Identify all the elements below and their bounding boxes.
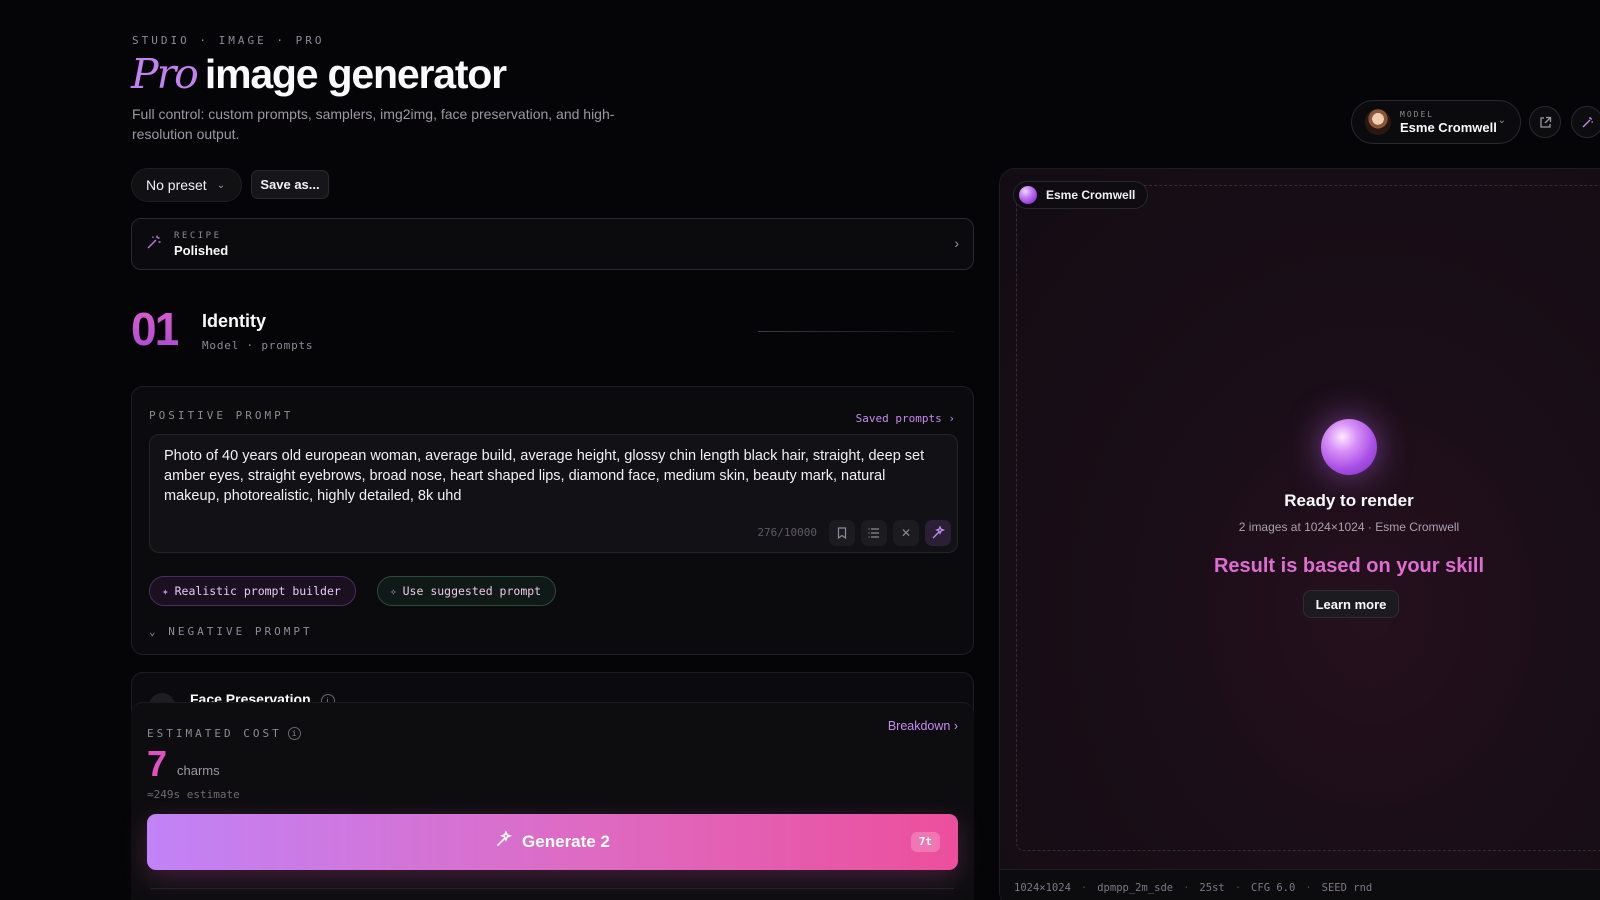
breakdown-link[interactable]: Breakdown › xyxy=(888,719,958,733)
preset-dropdown[interactable]: No preset ⌄ xyxy=(131,168,242,202)
sparkle-icon[interactable] xyxy=(925,520,951,546)
result-skill-text: Result is based on your skill xyxy=(1213,555,1485,577)
builder-chip-label: Realistic prompt builder xyxy=(174,584,341,598)
sparkle-icon: ✦ xyxy=(162,584,169,598)
footer-resolution: 1024×1024 xyxy=(1014,882,1071,894)
saved-prompts-link[interactable]: Saved prompts › xyxy=(856,412,955,425)
title-accent: Pro xyxy=(131,50,199,98)
page-eyebrow: STUDIO · IMAGE · PRO xyxy=(132,34,325,47)
cost-unit: charms xyxy=(177,763,220,778)
sparkle-icon xyxy=(495,830,513,853)
model-name: Esme Cromwell xyxy=(1400,119,1497,135)
preview-panel: Esme Cromwell Ready to render 2 images a… xyxy=(999,168,1600,900)
prompt-card: POSITIVE PROMPT Saved prompts › Photo of… xyxy=(131,386,974,655)
render-orb-icon xyxy=(1321,419,1377,475)
time-estimate: ≈249s estimate xyxy=(147,788,240,801)
ready-title: Ready to render xyxy=(1284,491,1414,510)
model-orb-icon xyxy=(1019,186,1037,204)
positive-prompt-text: Photo of 40 years old european woman, av… xyxy=(164,448,925,504)
suggest-chip-label: Use suggested prompt xyxy=(402,584,542,598)
magic-wand-icon[interactable] xyxy=(1571,106,1600,138)
model-selector[interactable]: MODEL Esme Cromwell ⌄ xyxy=(1351,100,1521,144)
footer-cfg: CFG 6.0 xyxy=(1251,882,1296,894)
generate-cost-badge: 7t xyxy=(910,832,940,852)
footer-steps: 25st xyxy=(1199,882,1225,894)
save-as-button[interactable]: Save as... xyxy=(251,170,329,199)
positive-prompt-label: POSITIVE PROMPT xyxy=(149,409,294,422)
generate-button[interactable]: Generate 2 7t xyxy=(147,814,958,870)
magic-wand-icon: ✧ xyxy=(390,584,397,598)
prompt-counter: 276/10000 xyxy=(757,526,817,539)
external-link-icon[interactable] xyxy=(1529,106,1561,138)
model-avatar xyxy=(1365,109,1391,135)
use-suggested-prompt-button[interactable]: ✧ Use suggested prompt xyxy=(377,576,557,606)
info-icon[interactable]: i xyxy=(287,727,301,740)
negative-prompt-toggle[interactable]: ⌄ NEGATIVE PROMPT xyxy=(149,625,313,638)
section-divider xyxy=(758,331,954,332)
estimated-cost-label: ESTIMATED COST i xyxy=(147,727,301,740)
chevron-down-icon: ⌄ xyxy=(1497,115,1506,126)
generate-label: Generate 2 xyxy=(522,832,610,851)
magic-wand-icon xyxy=(146,234,162,255)
learn-more-button[interactable]: Learn more xyxy=(1303,590,1399,618)
footer-seed: SEED rnd xyxy=(1321,882,1373,894)
section-number: 01 xyxy=(131,303,180,355)
chevron-right-icon: › xyxy=(954,235,959,251)
realistic-prompt-builder-button[interactable]: ✦ Realistic prompt builder xyxy=(149,576,356,606)
footer-sampler: dpmpp_2m_sde xyxy=(1097,882,1174,894)
preset-value: No preset xyxy=(146,177,207,193)
ready-subtitle: 2 images at 1024×1024 · Esme Cromwell xyxy=(1238,520,1460,534)
list-icon[interactable] xyxy=(861,520,887,546)
section-subtitle: Model · prompts xyxy=(202,339,314,352)
recipe-label: RECIPE xyxy=(174,230,222,241)
bookmark-icon[interactable] xyxy=(829,520,855,546)
divider xyxy=(151,888,954,889)
positive-prompt-input[interactable]: Photo of 40 years old european woman, av… xyxy=(149,434,958,553)
model-label: MODEL xyxy=(1400,109,1435,119)
preview-canvas xyxy=(1016,185,1600,851)
negative-prompt-label: NEGATIVE PROMPT xyxy=(168,625,313,638)
preview-chip-name: Esme Cromwell xyxy=(1046,188,1136,202)
section-title: Identity xyxy=(202,311,267,331)
preview-model-chip: Esme Cromwell xyxy=(1013,181,1149,209)
cost-panel: ESTIMATED COST i Breakdown › 7 charms ≈24… xyxy=(131,702,974,900)
recipe-selector[interactable]: RECIPE Polished › xyxy=(131,218,974,270)
chevron-down-icon: ⌄ xyxy=(216,179,226,191)
recipe-value: Polished xyxy=(174,242,229,258)
render-settings-footer: 1024×1024 · dpmpp_2m_sde · 25st · CFG 6.0 · SEED… xyxy=(1000,869,1600,900)
title-main: image generator xyxy=(204,51,507,97)
page-subtitle: Full control: custom prompts, samplers, … xyxy=(132,106,615,142)
page-title: Pro image generator xyxy=(131,50,507,98)
cost-value: 7 xyxy=(147,743,168,784)
clear-icon[interactable]: ✕ xyxy=(893,520,919,546)
